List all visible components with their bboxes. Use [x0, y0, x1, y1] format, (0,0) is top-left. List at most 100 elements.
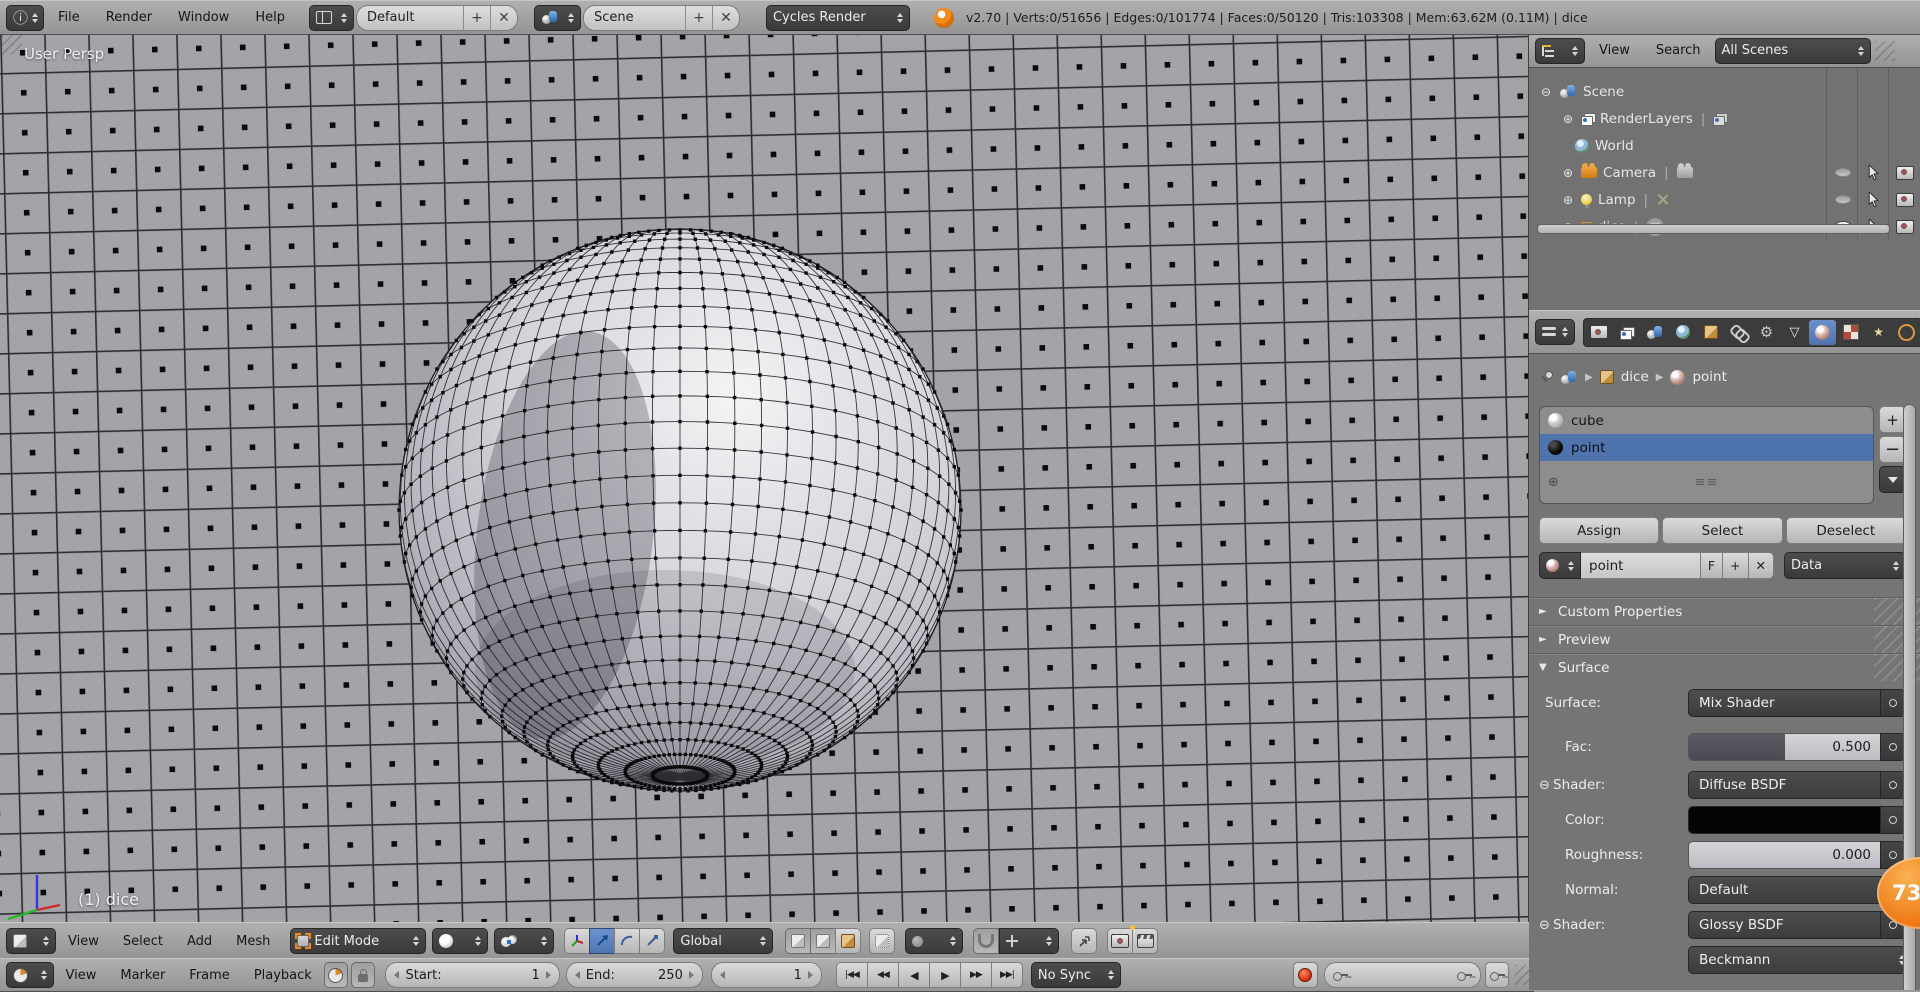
pivot-point-selector[interactable] — [494, 928, 555, 954]
frame-end-field[interactable]: End: 250 — [565, 962, 703, 988]
collapse-node-icon[interactable]: ⊖ — [1539, 778, 1553, 793]
outliner-horizontal-scrollbar[interactable] — [1537, 224, 1890, 234]
transform-orientation-selector[interactable]: Global — [673, 928, 774, 954]
slot-row-cube[interactable]: cube — [1540, 407, 1873, 434]
menu-timeline-frame[interactable]: Frame — [177, 968, 242, 983]
outliner-item-label[interactable]: Lamp — [1598, 192, 1636, 208]
select-button[interactable]: Select — [1662, 517, 1783, 544]
frame-start-field[interactable]: Start: 1 — [385, 962, 560, 988]
expand-icon[interactable]: ⊕ — [1561, 193, 1575, 207]
increment-arrow-icon[interactable] — [807, 971, 813, 979]
decrement-arrow-icon[interactable] — [719, 971, 725, 979]
breadcrumb-material-name[interactable]: point — [1692, 369, 1726, 385]
slot-name[interactable]: point — [1571, 440, 1605, 456]
opengl-render-image-button[interactable] — [1107, 925, 1136, 954]
manipulator-axes-toggle[interactable] — [564, 928, 591, 954]
expand-icon[interactable]: ⊕ — [1561, 112, 1575, 126]
add-scene-button[interactable]: + — [684, 5, 712, 30]
increment-arrow-icon[interactable] — [688, 971, 694, 979]
jump-to-start-button[interactable]: |◀◀ — [835, 962, 868, 988]
vertex-select-mode-button[interactable] — [785, 928, 812, 954]
material-name-input[interactable] — [1581, 552, 1701, 579]
screen-layout-icon-button[interactable] — [308, 4, 354, 31]
expand-icon[interactable]: ⊕ — [1561, 166, 1575, 180]
slot-specials-menu-button[interactable] — [1879, 466, 1906, 493]
deselect-button[interactable]: Deselect — [1785, 517, 1906, 544]
keying-set-field[interactable] — [1323, 962, 1482, 988]
snap-element-selector[interactable] — [999, 928, 1060, 954]
manipulator-rotate-toggle[interactable] — [614, 928, 641, 954]
list-resize-grip[interactable]: ≡≡ — [1540, 475, 1873, 490]
editor-type-view3d-button[interactable] — [6, 928, 56, 954]
remove-material-slot-button[interactable]: − — [1879, 436, 1906, 463]
area-corner-grip[interactable] — [1874, 40, 1895, 61]
tab-particles[interactable]: ★ — [1865, 319, 1892, 345]
fac-slider[interactable]: 0.500 — [1688, 733, 1880, 761]
panel-preview[interactable]: ► Preview — [1529, 625, 1920, 653]
outliner-row-renderlayers[interactable]: ⊕ RenderLayers | — [1529, 105, 1920, 132]
slot-row-point[interactable]: point — [1540, 434, 1873, 461]
viewport-canvas[interactable] — [0, 33, 1528, 922]
decrement-arrow-icon[interactable] — [394, 971, 400, 979]
hide-toggle-icon[interactable] — [1834, 168, 1851, 177]
unlink-material-button[interactable]: ✕ — [1747, 552, 1774, 579]
face-select-mode-button[interactable] — [835, 928, 862, 954]
new-material-button[interactable]: + — [1722, 552, 1749, 579]
roughness-slider[interactable]: 0.000 — [1688, 841, 1880, 869]
viewport-shading-selector[interactable] — [432, 928, 489, 954]
render-toggle-icon[interactable] — [1895, 219, 1914, 234]
scene-selector[interactable]: Scene + ✕ — [582, 4, 740, 31]
shader1-button[interactable]: Diffuse BSDF — [1688, 771, 1880, 799]
lock-time-cursor-toggle[interactable] — [351, 962, 376, 988]
increment-arrow-icon[interactable] — [545, 971, 551, 979]
assign-button[interactable]: Assign — [1539, 517, 1660, 544]
menu-outliner-search[interactable]: Search — [1644, 43, 1713, 58]
material-browse-button[interactable] — [1539, 552, 1581, 579]
tab-object[interactable] — [1697, 319, 1724, 345]
outliner-item-label[interactable]: RenderLayers — [1600, 111, 1693, 127]
copy-view-button[interactable] — [1071, 928, 1098, 954]
decrement-arrow-icon[interactable] — [574, 971, 580, 979]
menu-view3d-mesh[interactable]: Mesh — [224, 934, 282, 949]
menu-outliner-view[interactable]: View — [1587, 43, 1642, 58]
tab-texture[interactable] — [1837, 319, 1864, 345]
editor-type-outliner-button[interactable] — [1535, 37, 1585, 64]
editor-type-properties-button[interactable] — [1535, 319, 1575, 345]
tab-object-data[interactable]: ▽ — [1781, 319, 1808, 345]
panel-surface[interactable]: ▼ Surface — [1529, 653, 1920, 681]
surface-shader-button[interactable]: Mix Shader — [1688, 689, 1880, 717]
manipulator-scale-toggle[interactable] — [639, 928, 666, 954]
tab-constraints[interactable] — [1725, 319, 1752, 345]
manipulator-translate-toggle[interactable] — [589, 928, 616, 954]
menu-help[interactable]: Help — [243, 10, 297, 25]
distribution-selector[interactable]: Beckmann — [1688, 946, 1906, 974]
menu-view3d-view[interactable]: View — [56, 934, 111, 949]
menu-timeline-playback[interactable]: Playback — [242, 968, 324, 983]
auto-keyframe-record-button[interactable] — [1293, 962, 1318, 988]
scene-icon-button[interactable] — [533, 4, 581, 31]
delete-scene-button[interactable]: ✕ — [711, 5, 739, 30]
delete-layout-button[interactable]: ✕ — [489, 5, 517, 30]
tab-physics[interactable] — [1893, 319, 1920, 345]
tab-world[interactable] — [1669, 319, 1696, 345]
jump-next-keyframe-button[interactable]: ▶▶ — [959, 962, 992, 988]
editor-type-info-button[interactable]: ⓘ — [6, 4, 44, 31]
tab-modifiers[interactable]: ⚙ — [1753, 319, 1780, 345]
menu-timeline-marker[interactable]: Marker — [108, 968, 177, 983]
proportional-edit-selector[interactable] — [905, 928, 964, 954]
menu-render[interactable]: Render — [94, 10, 164, 25]
slot-name[interactable]: cube — [1571, 413, 1604, 429]
menu-window[interactable]: Window — [166, 10, 241, 25]
playback-sync-toggle[interactable] — [323, 962, 349, 988]
collapse-node-icon[interactable]: ⊖ — [1539, 918, 1553, 933]
render-toggle-icon[interactable] — [1895, 165, 1914, 180]
normal-button[interactable]: Default — [1688, 876, 1880, 904]
edge-select-mode-button[interactable] — [810, 928, 837, 954]
current-frame-field[interactable]: 1 — [710, 962, 822, 988]
play-button[interactable]: ▶ — [928, 962, 961, 988]
add-material-slot-button[interactable]: + — [1879, 406, 1906, 433]
selectable-toggle-icon[interactable] — [1868, 192, 1879, 207]
viewport-3d[interactable]: User Persp (1) dice — [0, 33, 1529, 922]
tab-render[interactable] — [1585, 319, 1612, 345]
render-engine-selector[interactable]: Cycles Render — [765, 4, 910, 31]
